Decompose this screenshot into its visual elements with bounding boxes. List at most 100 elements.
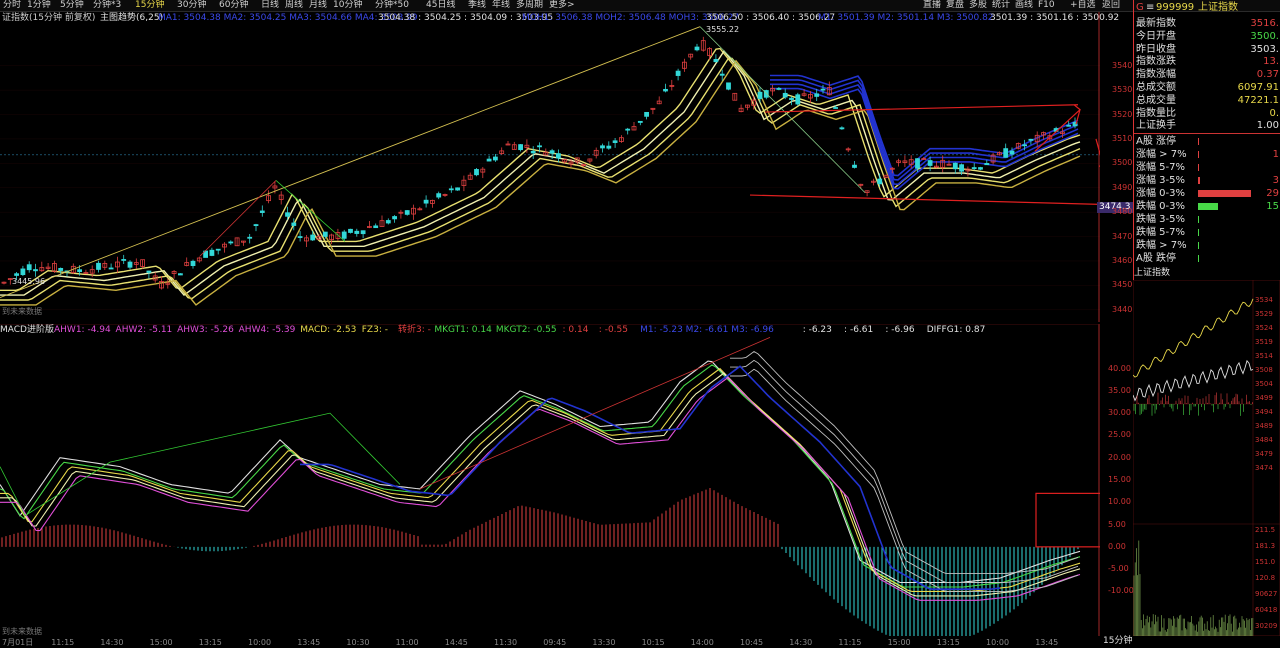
candle-body xyxy=(518,144,523,151)
toolbar-action[interactable]: 返回 xyxy=(1102,0,1120,11)
breadth-bar xyxy=(1198,151,1200,158)
candle-body xyxy=(58,267,64,271)
period-tab[interactable]: 15分钟 xyxy=(135,0,164,11)
macd-axis-tick: 0.00 xyxy=(1108,541,1126,551)
mini-volume-tick: 90627 xyxy=(1255,590,1277,598)
candle-body xyxy=(96,262,101,270)
trend-line xyxy=(699,26,866,193)
period-tab[interactable]: 1分钟 xyxy=(27,0,51,11)
time-axis-tick: 15:00 xyxy=(149,638,173,647)
quote-value: 1.00 xyxy=(1256,120,1279,132)
time-axis-tick: 10:30 xyxy=(346,638,370,647)
macd-readout-item: FZ3: - xyxy=(361,325,388,335)
low-label: 3445.96 xyxy=(12,277,46,286)
intraday-mini-chart[interactable]: 3534 3529 3524 3519 3514 3508 3504 3499 3494 3489… xyxy=(1133,280,1280,636)
main-candlestick-chart[interactable] xyxy=(0,12,1100,322)
ma-ribbon-line xyxy=(0,57,1081,301)
quote-panel: G ≡ 999999 上证指数 最新指数 3516. 今日开盘 3500. 昨日收盘 35… xyxy=(1133,0,1280,280)
breadth-bar xyxy=(1198,138,1199,145)
quote-value: 0. xyxy=(1269,107,1279,119)
toolbar-action[interactable]: 统计 xyxy=(992,0,1010,11)
quote-header: G ≡ 999999 上证指数 xyxy=(1134,0,1280,16)
macd-title: MACD进阶版 xyxy=(0,325,54,335)
candle-body xyxy=(448,188,454,191)
index-title: 证指数(15分钟 前复权) xyxy=(2,13,96,23)
candle-body xyxy=(713,58,719,63)
macd-axis-tick: -5.00 xyxy=(1108,564,1129,574)
macd-subchart[interactable] xyxy=(0,324,1100,636)
menu-icon[interactable]: ≡ xyxy=(1146,0,1154,16)
period-tab[interactable]: 分时 xyxy=(3,0,21,11)
time-axis-tick: 11:15 xyxy=(51,638,75,647)
mini-axis-tick: 3529 xyxy=(1255,310,1273,318)
price-axis-tick: 3480 xyxy=(1112,207,1133,217)
period-tab[interactable]: 周线 xyxy=(285,0,303,11)
period-tab[interactable]: 季线 xyxy=(468,0,486,11)
candle-body xyxy=(146,270,152,273)
period-toolbar: 分时 1分钟 5分钟 分钟*3 15分钟 30分钟 60分钟 日线 周线 月线 10分钟 分钟*50 4… xyxy=(0,0,1280,12)
mini-volume-tick: 211.5 xyxy=(1255,526,1275,534)
candle-body xyxy=(839,127,845,130)
candle-body xyxy=(1028,138,1034,141)
trend-line xyxy=(0,26,701,299)
breadth-label: 涨幅 0-3% xyxy=(1136,188,1186,199)
period-tab[interactable]: 60分钟 xyxy=(219,0,248,11)
period-tab[interactable]: 日线 xyxy=(261,0,279,11)
candle-body xyxy=(927,160,933,166)
candle-body xyxy=(360,230,366,235)
mini-axis-tick: 3519 xyxy=(1255,338,1273,346)
breadth-label: 跌幅 5-7% xyxy=(1136,227,1186,238)
period-tab[interactable]: 更多> xyxy=(549,0,575,11)
period-tab[interactable]: 分钟*50 xyxy=(375,0,409,11)
macd-readout-item: AHW1: -4.94 xyxy=(54,325,111,335)
time-axis-tick: 10:45 xyxy=(740,638,764,647)
time-axis-tick: 13:30 xyxy=(592,638,616,647)
period-tab[interactable]: 月线 xyxy=(309,0,327,11)
candle-body xyxy=(1003,148,1009,158)
mini-price-line xyxy=(1133,298,1254,378)
candle-body xyxy=(675,70,681,76)
period-tab[interactable]: 多周期 xyxy=(516,0,543,11)
macd-axis-tick: 15.00 xyxy=(1108,475,1131,484)
macd-axis-tick: 5.00 xyxy=(1108,519,1126,529)
price-axis-tick: 3540 xyxy=(1112,60,1133,70)
price-axis-tick: 3460 xyxy=(1112,255,1133,265)
macd-slow-line xyxy=(730,350,1079,575)
period-label[interactable]: 15分钟 xyxy=(1103,636,1132,647)
toolbar-action[interactable]: 直播 xyxy=(923,0,941,11)
toolbar-action[interactable]: 复盘 xyxy=(946,0,964,11)
ma-values-3: 3501.39 : 3501.16 : 3500.92 xyxy=(990,13,1120,23)
time-axis-tick: 11:15 xyxy=(838,638,862,647)
breadth-row: 涨幅 > 7% 1 xyxy=(1136,148,1279,161)
breadth-value: 3 xyxy=(1272,175,1279,186)
breadth-row: 涨幅 3-5% 3 xyxy=(1136,174,1279,187)
annotation-box xyxy=(1035,492,1100,548)
price-axis-tick: 3500 xyxy=(1112,158,1133,168)
breadth-bar xyxy=(1198,177,1200,184)
period-tab[interactable]: 5分钟 xyxy=(60,0,84,11)
price-axis-tick: 3510 xyxy=(1112,133,1133,143)
toolbar-action[interactable]: 多股 xyxy=(969,0,987,11)
macd-readout-item: AHW3: -5.26 xyxy=(177,325,234,335)
toolbar-action[interactable]: 画线 xyxy=(1015,0,1033,11)
quote-label: 总成交额 xyxy=(1136,82,1176,93)
time-axis: 7月01日 11:15 14:30 15:00 13:15 10:00 13:45 10:30… xyxy=(0,637,1100,648)
candle-body xyxy=(537,145,542,148)
macd-readout-item: M1: -5.23 M2: -6.61 M3: -6.96 xyxy=(640,325,774,335)
toolbar-action[interactable]: F10 xyxy=(1038,0,1055,11)
period-tab[interactable]: 30分钟 xyxy=(177,0,206,11)
period-tab[interactable]: 10分钟 xyxy=(333,0,362,11)
candle-body xyxy=(984,163,990,166)
period-tab[interactable]: 年线 xyxy=(492,0,510,11)
time-axis-tick: 14:30 xyxy=(789,638,813,647)
macd-readout-item: AHW2: -5.11 xyxy=(115,325,173,335)
quote-value: 6097.91 xyxy=(1237,82,1279,93)
candle-body xyxy=(436,193,442,198)
toolbar-action[interactable]: +自选 xyxy=(1070,0,1096,11)
period-tab[interactable]: 45日线 xyxy=(426,0,455,11)
quote-row: 总成交额 6097.91 xyxy=(1136,81,1279,94)
breadth-row: 跌幅 0-3% 15 xyxy=(1136,200,1279,213)
breadth-bar xyxy=(1198,255,1199,262)
breadth-label: 跌幅 > 7% xyxy=(1136,240,1187,251)
period-tab[interactable]: 分钟*3 xyxy=(93,0,121,11)
